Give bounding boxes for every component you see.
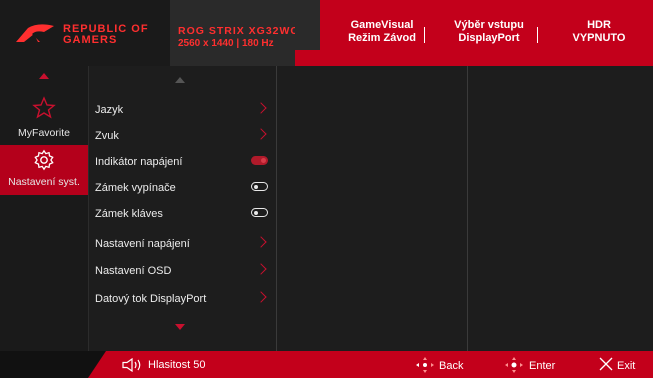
volume-label: Hlasitost	[148, 358, 191, 371]
menu-item-label: Datový tok DisplayPort	[95, 293, 207, 305]
rog-eye-icon	[16, 24, 54, 42]
osd-window: REPUBLIC OF GAMERS ROG STRIX XG32WCS 256…	[0, 0, 653, 378]
menu-item-label: Jazyk	[95, 104, 124, 116]
sidebar-item-myfavorite[interactable]: MyFavorite	[0, 94, 88, 146]
status-input: Výběr vstupu DisplayPort	[454, 19, 524, 44]
sidebar-up-arrow-icon[interactable]	[39, 73, 49, 79]
menu-item-label: Zvuk	[95, 130, 119, 142]
exit-button[interactable]: Exit	[598, 356, 635, 375]
menu-item-displayport-stream[interactable]: Datový tok DisplayPort	[95, 287, 271, 311]
model-spec: 2560 x 1440 | 180 Hz	[178, 38, 274, 49]
status-bar: GameVisual Režim Závod Výběr vstupu Disp…	[320, 0, 653, 66]
menu-down-arrow-icon[interactable]	[175, 324, 185, 330]
menu-item-label: Zámek kláves	[95, 208, 163, 220]
osd-header: REPUBLIC OF GAMERS ROG STRIX XG32WCS 256…	[0, 0, 653, 66]
menu-item-label: Indikátor napájení	[95, 156, 183, 168]
enter-label: Enter	[529, 360, 556, 372]
chevron-right-icon	[255, 102, 267, 114]
sidebar-item-label: Nastavení syst.	[8, 176, 80, 188]
joystick-press-icon	[505, 357, 523, 373]
menu-item-label: Nastavení napájení	[95, 238, 190, 250]
osd-footer: Hlasitost 50 Back Enter Exit	[0, 351, 653, 378]
model-name: ROG STRIX XG32WCS	[178, 25, 308, 37]
menu-item-label: Zámek vypínače	[95, 182, 176, 194]
menu-item-key-lock[interactable]: Zámek kláves	[95, 202, 271, 226]
logo-text: REPUBLIC OF GAMERS	[63, 23, 149, 46]
volume-value: 50	[193, 358, 206, 371]
speaker-icon	[122, 358, 141, 372]
status-divider	[537, 27, 538, 43]
toggle-off-icon[interactable]	[251, 182, 268, 191]
enter-button[interactable]: Enter	[502, 356, 555, 377]
detail-panel	[467, 66, 653, 351]
menu-item-power-indicator[interactable]: Indikátor napájení	[95, 150, 271, 174]
status-divider	[424, 27, 425, 43]
menu-item-power-settings[interactable]: Nastavení napájení	[95, 232, 271, 256]
sidebar-item-system-settings[interactable]: Nastavení syst.	[0, 145, 88, 195]
star-icon	[32, 96, 56, 119]
header-divider-shape	[295, 0, 335, 66]
chevron-right-icon	[255, 236, 267, 248]
chevron-right-icon	[255, 128, 267, 140]
status-gamevisual: GameVisual Režim Závod	[348, 19, 416, 44]
status-hdr: HDR VYPNUTO	[572, 19, 626, 44]
menu-item-zvuk[interactable]: Zvuk	[95, 124, 271, 148]
joystick-left-icon	[416, 357, 434, 373]
category-sidebar: MyFavorite Nastavení syst.	[0, 66, 88, 364]
menu-item-jazyk[interactable]: Jazyk	[95, 98, 271, 122]
exit-label: Exit	[617, 360, 636, 372]
rog-logo-area: REPUBLIC OF GAMERS	[0, 0, 170, 66]
gear-icon	[34, 149, 54, 171]
menu-item-label: Nastavení OSD	[95, 265, 172, 277]
menu-item-osd-settings[interactable]: Nastavení OSD	[95, 259, 271, 283]
back-label: Back	[439, 360, 464, 372]
close-icon	[599, 357, 613, 371]
menu-item-power-key-lock[interactable]: Zámek vypínače	[95, 176, 271, 200]
toggle-on-icon[interactable]	[251, 156, 268, 165]
footer-divider-shape	[88, 351, 106, 378]
toggle-off-icon[interactable]	[251, 208, 268, 217]
volume-indicator: Hlasitost 50	[122, 358, 206, 372]
submenu-panel	[276, 66, 468, 351]
chevron-right-icon	[255, 291, 267, 303]
sidebar-item-label: MyFavorite	[18, 127, 70, 139]
back-button[interactable]: Back	[413, 356, 463, 377]
chevron-right-icon	[255, 263, 267, 275]
menu-up-arrow-icon[interactable]	[175, 77, 185, 83]
